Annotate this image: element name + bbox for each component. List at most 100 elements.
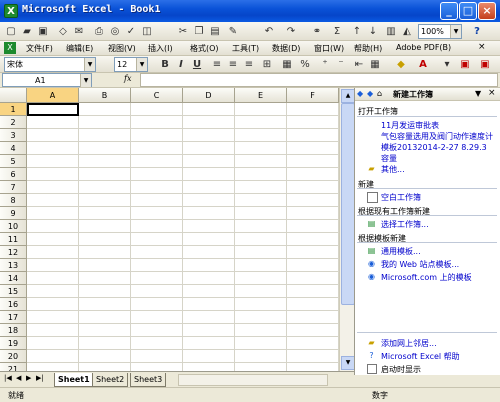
- pdf-icon[interactable]: ▣: [458, 58, 472, 72]
- back-icon[interactable]: ◆: [357, 89, 363, 98]
- row-header-21[interactable]: 21: [0, 363, 27, 371]
- new-file-icon[interactable]: ▢: [4, 25, 18, 39]
- currency-icon[interactable]: ▦: [280, 58, 294, 72]
- zoom-select[interactable]: 100% ▼: [418, 24, 462, 39]
- choose-workbook-link[interactable]: 选择工作簿...: [381, 219, 429, 230]
- column-header-c[interactable]: C: [131, 88, 183, 103]
- menu-insert[interactable]: 插入(I): [148, 43, 173, 54]
- menu-tools[interactable]: 工具(T): [232, 43, 259, 54]
- row-header-4[interactable]: 4: [0, 142, 27, 155]
- recent-file-1[interactable]: 11月发运审批表: [381, 120, 439, 131]
- home-icon[interactable]: ⌂: [377, 89, 382, 98]
- undo-icon[interactable]: ↶: [262, 25, 276, 39]
- font-color-icon[interactable]: A: [416, 58, 430, 72]
- menu-window[interactable]: 窗口(W): [314, 43, 344, 54]
- row-header-16[interactable]: 16: [0, 298, 27, 311]
- column-header-f[interactable]: F: [287, 88, 339, 103]
- research-icon[interactable]: ◫: [140, 25, 154, 39]
- pane-close-icon[interactable]: ×: [488, 88, 496, 98]
- paste-icon[interactable]: ▤: [208, 25, 222, 39]
- workbook-icon[interactable]: X: [4, 42, 16, 54]
- menu-edit[interactable]: 编辑(E): [66, 43, 93, 54]
- blank-workbook-link[interactable]: 空白工作簿: [381, 192, 421, 203]
- redo-icon[interactable]: ↷: [284, 25, 298, 39]
- chart-wizard-icon[interactable]: ▥: [384, 25, 398, 39]
- vertical-scrollbar[interactable]: ▲ ▼: [339, 88, 354, 371]
- borders-icon[interactable]: ▦: [368, 58, 382, 72]
- close-workbook-icon[interactable]: ×: [478, 42, 486, 52]
- maximize-button[interactable]: □: [459, 2, 477, 20]
- print-icon[interactable]: ⎙: [92, 25, 106, 39]
- column-header-a[interactable]: A: [27, 88, 79, 103]
- menu-adobe-pdf[interactable]: Adobe PDF(B): [396, 43, 451, 52]
- underline-button[interactable]: U: [190, 58, 204, 72]
- more-files-link[interactable]: 其他...: [381, 164, 405, 175]
- increase-decimal-icon[interactable]: ⁺: [318, 58, 332, 72]
- row-header-18[interactable]: 18: [0, 324, 27, 337]
- online-templates-link[interactable]: Microsoft.com 上的模板: [381, 272, 472, 283]
- first-sheet-icon[interactable]: |◀: [4, 374, 12, 382]
- align-right-icon[interactable]: ≡: [242, 58, 256, 72]
- print-preview-icon[interactable]: ◎: [108, 25, 122, 39]
- decrease-indent-icon[interactable]: ⇤: [352, 58, 366, 72]
- hyperlink-icon[interactable]: ⚭: [310, 25, 324, 39]
- row-header-1[interactable]: 1: [0, 103, 27, 116]
- column-header-d[interactable]: D: [183, 88, 235, 103]
- row-header-13[interactable]: 13: [0, 259, 27, 272]
- fill-color-icon[interactable]: ◆: [394, 58, 408, 72]
- format-painter-icon[interactable]: ✎: [226, 25, 240, 39]
- next-sheet-icon[interactable]: ▶: [26, 374, 31, 382]
- horizontal-scrollbar[interactable]: [178, 374, 328, 386]
- select-all-corner[interactable]: [0, 88, 27, 103]
- email-icon[interactable]: ✉: [72, 25, 86, 39]
- row-header-3[interactable]: 3: [0, 129, 27, 142]
- row-header-12[interactable]: 12: [0, 246, 27, 259]
- row-header-11[interactable]: 11: [0, 233, 27, 246]
- percent-button[interactable]: %: [298, 58, 312, 72]
- italic-button[interactable]: I: [174, 58, 188, 72]
- row-header-6[interactable]: 6: [0, 168, 27, 181]
- column-header-e[interactable]: E: [235, 88, 287, 103]
- save-icon[interactable]: ▣: [36, 25, 50, 39]
- row-header-17[interactable]: 17: [0, 311, 27, 324]
- row-header-10[interactable]: 10: [0, 220, 27, 233]
- add-network-place-link[interactable]: 添加网上邻居...: [381, 338, 437, 349]
- spelling-icon[interactable]: ✓: [124, 25, 138, 39]
- web-templates-link[interactable]: 我的 Web 站点模板...: [381, 259, 459, 270]
- pane-menu-icon[interactable]: ▼: [475, 89, 481, 98]
- formula-input[interactable]: [140, 73, 498, 87]
- options-icon[interactable]: ▾: [440, 58, 454, 72]
- row-header-5[interactable]: 5: [0, 155, 27, 168]
- scroll-up-icon[interactable]: ▲: [341, 89, 354, 103]
- font-name-select[interactable]: 宋体 ▼: [4, 57, 96, 72]
- row-header-14[interactable]: 14: [0, 272, 27, 285]
- menu-help[interactable]: 帮助(H): [354, 43, 382, 54]
- menu-data[interactable]: 数据(D): [272, 43, 300, 54]
- help-icon[interactable]: ?: [470, 25, 484, 39]
- row-header-20[interactable]: 20: [0, 350, 27, 363]
- recent-file-2[interactable]: 气包容量选用及阀门动作速度计: [381, 131, 493, 142]
- sort-ascending-icon[interactable]: ↑: [350, 25, 364, 39]
- autosum-icon[interactable]: Σ: [330, 25, 344, 39]
- row-header-15[interactable]: 15: [0, 285, 27, 298]
- copy-icon[interactable]: ❐: [192, 25, 206, 39]
- tab-sheet2[interactable]: Sheet2: [92, 373, 129, 387]
- drawing-icon[interactable]: ◭: [400, 25, 414, 39]
- row-header-7[interactable]: 7: [0, 181, 27, 194]
- menu-view[interactable]: 视图(V): [108, 43, 136, 54]
- general-templates-link[interactable]: 通用模板...: [381, 246, 421, 257]
- active-cell-a1[interactable]: [27, 103, 79, 116]
- open-folder-icon[interactable]: ▰: [20, 25, 34, 39]
- checkbox[interactable]: [367, 364, 377, 374]
- menu-format[interactable]: 格式(O): [190, 43, 219, 54]
- close-button[interactable]: ×: [478, 2, 496, 20]
- recent-file-3[interactable]: 模板20132014-2-27 8.29.3: [381, 142, 487, 153]
- fx-icon[interactable]: fx: [124, 74, 131, 83]
- align-left-icon[interactable]: ≡: [210, 58, 224, 72]
- menu-file[interactable]: 文件(F): [26, 43, 53, 54]
- align-center-icon[interactable]: ≡: [226, 58, 240, 72]
- cut-icon[interactable]: ✂: [176, 25, 190, 39]
- sort-descending-icon[interactable]: ↓: [366, 25, 380, 39]
- row-header-2[interactable]: 2: [0, 116, 27, 129]
- prev-sheet-icon[interactable]: ◀: [16, 374, 21, 382]
